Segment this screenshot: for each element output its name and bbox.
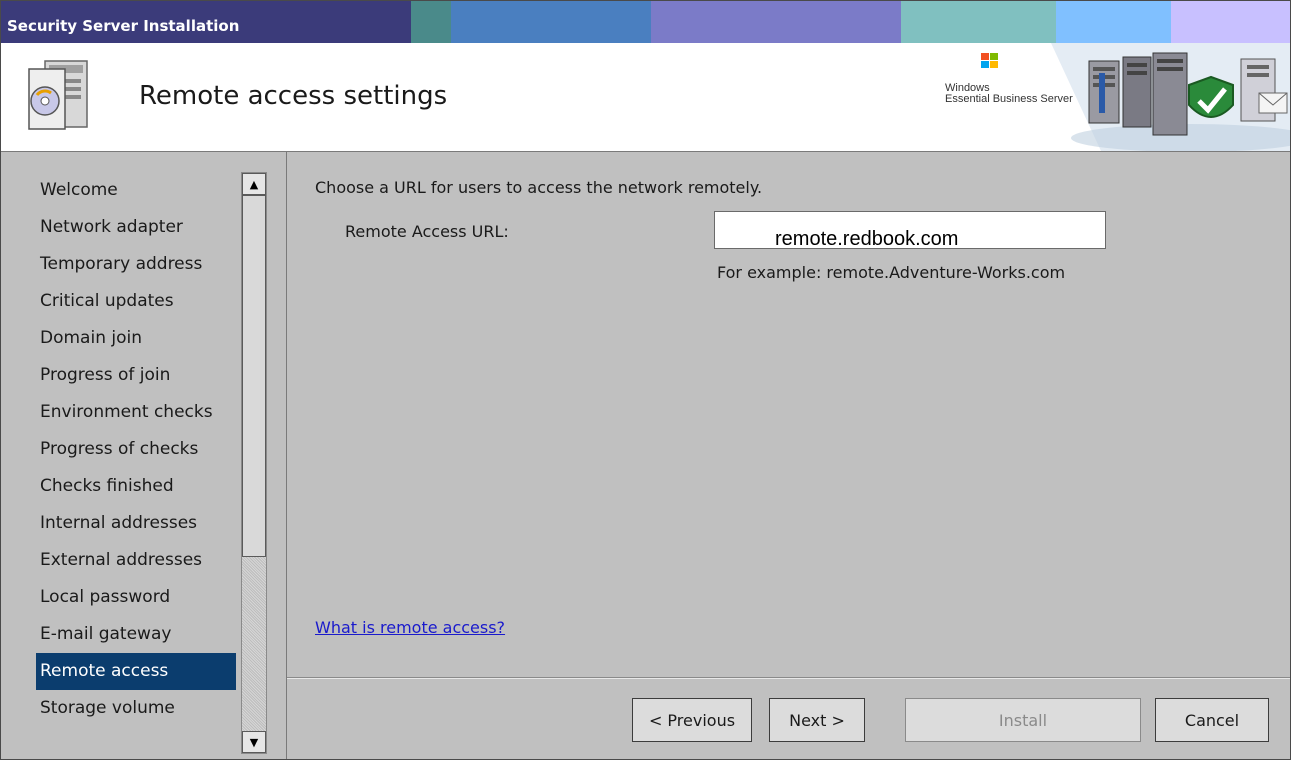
title-bar-segment [451,1,651,43]
previous-button[interactable]: < Previous [632,698,752,742]
scrollbar-thumb[interactable] [242,195,266,557]
scroll-up-arrow-icon[interactable]: ▲ [242,173,266,195]
sidebar-item-storage-volume[interactable]: Storage volume [36,690,236,727]
footer-separator [287,677,1290,679]
sidebar-item-temporary-address[interactable]: Temporary address [36,246,236,283]
title-bar-segment [1171,1,1290,43]
installer-box-icon [28,60,88,130]
what-is-remote-access-link[interactable]: What is remote access? [315,618,505,637]
sidebar-item-remote-access[interactable]: Remote access [36,653,236,690]
remote-access-url-input[interactable]: remote.redbook.com [714,211,1106,250]
step-navigation: Welcome Network adapter Temporary address C… [1,152,287,759]
step-list: Welcome Network adapter Temporary address C… [36,172,236,727]
sidebar-item-environment-checks[interactable]: Environment checks [36,394,236,431]
window-title: Security Server Installation [7,17,240,35]
instruction-text: Choose a URL for users to access the net… [315,178,763,197]
remote-access-url-label: Remote Access URL: [345,222,509,241]
installer-window: Security Server Installation Remote acce… [0,0,1291,760]
sidebar-item-domain-join[interactable]: Domain join [36,320,236,357]
sidebar-item-internal-addresses[interactable]: Internal addresses [36,505,236,542]
wizard-header: Remote access settings Windows Essential… [1,43,1290,152]
example-text: For example: remote.Adventure-Works.com [717,263,1066,282]
page-title: Remote access settings [139,81,448,111]
sidebar-item-progress-of-checks[interactable]: Progress of checks [36,431,236,468]
sidebar-item-external-addresses[interactable]: External addresses [36,542,236,579]
sidebar-item-network-adapter[interactable]: Network adapter [36,209,236,246]
title-bar-segment [651,1,901,43]
cancel-button[interactable]: Cancel [1155,698,1269,742]
step-list-scrollbar[interactable]: ▲ ▼ [241,172,267,754]
brand-logo-text: Windows Essential Business Server [945,83,1073,105]
sidebar-item-progress-of-join[interactable]: Progress of join [36,357,236,394]
brand-line-2: Essential Business Server [945,93,1073,105]
title-bar-segment [1056,1,1171,43]
main-panel: Choose a URL for users to access the net… [287,152,1290,759]
title-bar-segment [411,1,451,43]
sidebar-item-checks-finished[interactable]: Checks finished [36,468,236,505]
sidebar-item-welcome[interactable]: Welcome [36,172,236,209]
title-bar-segment [901,1,1056,43]
install-button[interactable]: Install [905,698,1141,742]
next-button[interactable]: Next > [769,698,865,742]
scroll-down-arrow-icon[interactable]: ▼ [242,731,266,753]
sidebar-item-local-password[interactable]: Local password [36,579,236,616]
sidebar-item-e-mail-gateway[interactable]: E-mail gateway [36,616,236,653]
sidebar-item-critical-updates[interactable]: Critical updates [36,283,236,320]
